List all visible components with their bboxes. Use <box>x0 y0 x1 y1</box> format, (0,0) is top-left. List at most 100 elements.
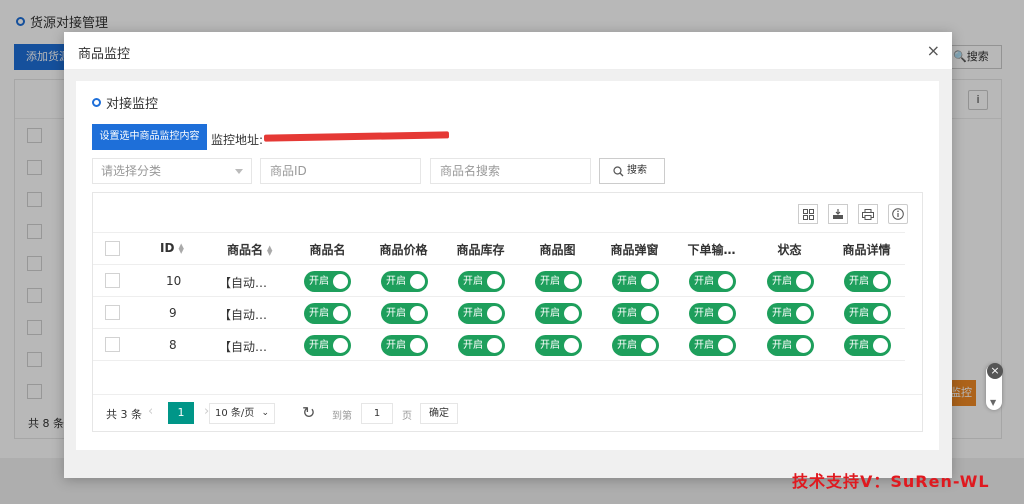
toggle-status[interactable]: 开启 <box>767 271 814 292</box>
toggle-knob <box>410 274 425 289</box>
toggle-knob <box>641 274 656 289</box>
toggle-price[interactable]: 开启 <box>381 335 428 356</box>
table-row-divider <box>93 360 905 361</box>
toggle-knob <box>410 306 425 321</box>
row-checkbox[interactable] <box>105 273 120 288</box>
toggle-detail[interactable]: 开启 <box>844 271 891 292</box>
column-header-detail: 商品详情 <box>842 243 891 257</box>
row-product-name: 【自动… <box>219 276 268 290</box>
modal-title: 商品监控 <box>78 47 131 62</box>
toggle-popup[interactable]: 开启 <box>612 303 659 324</box>
table-header-top-line <box>93 232 905 233</box>
support-watermark: 技术支持V：SuRen-WL <box>792 472 990 491</box>
pager-total: 共 3 条 <box>106 408 142 421</box>
toggle-knob <box>796 338 811 353</box>
page-size-select[interactable]: 10 条/页 ⌄ <box>209 403 275 424</box>
toggle-image[interactable]: 开启 <box>535 335 582 356</box>
toggle-stock[interactable]: 开启 <box>458 303 505 324</box>
pager-current-page[interactable]: 1 <box>168 402 194 424</box>
export-icon[interactable] <box>828 204 848 224</box>
column-header-stock: 商品库存 <box>456 243 505 257</box>
toggle-popup[interactable]: 开启 <box>612 335 659 356</box>
toggle-popup[interactable]: 开启 <box>612 271 659 292</box>
pager-goto-label: 到第 <box>332 411 352 422</box>
sort-icon[interactable]: ▲ ▼ <box>267 244 272 256</box>
toggle-knob <box>873 338 888 353</box>
column-header-order-input: 下单输… <box>687 243 736 257</box>
column-header-name-sortable[interactable]: 商品名 ▲ ▼ <box>227 241 272 258</box>
close-icon[interactable]: × <box>927 41 940 60</box>
row-checkbox[interactable] <box>105 305 120 320</box>
redacted-monitor-url <box>263 131 450 142</box>
caret-down-icon[interactable]: ▼ <box>990 398 996 407</box>
pager-goto-input[interactable]: 1 <box>361 403 393 424</box>
toggle-detail[interactable]: 开启 <box>844 303 891 324</box>
toggle-price[interactable]: 开启 <box>381 303 428 324</box>
row-product-name: 【自动… <box>219 308 268 322</box>
column-header-status: 状态 <box>777 243 802 257</box>
category-select[interactable]: 请选择分类 <box>92 158 252 184</box>
toggle-image[interactable]: 开启 <box>535 271 582 292</box>
column-header-popup: 商品弹窗 <box>610 243 659 257</box>
row-checkbox[interactable] <box>105 337 120 352</box>
toggle-order-input[interactable]: 开启 <box>689 271 736 292</box>
toggle-price[interactable]: 开启 <box>381 271 428 292</box>
toggle-knob <box>487 338 502 353</box>
pager-confirm-button[interactable]: 确定 <box>420 403 458 424</box>
toggle-name[interactable]: 开启 <box>304 335 351 356</box>
columns-icon[interactable] <box>798 204 818 224</box>
toggle-name[interactable]: 开启 <box>304 303 351 324</box>
toggle-knob <box>564 306 579 321</box>
row-id: 8 <box>169 338 177 352</box>
toggle-knob <box>718 306 733 321</box>
toggle-knob <box>873 306 888 321</box>
toggle-knob <box>641 306 656 321</box>
toggle-status[interactable]: 开启 <box>767 335 814 356</box>
close-icon[interactable]: × <box>987 363 1003 379</box>
search-button[interactable]: 搜索 <box>599 158 665 184</box>
toggle-knob <box>410 338 425 353</box>
toggle-name[interactable]: 开启 <box>304 271 351 292</box>
panel-title: 对接监控 <box>92 93 158 112</box>
toggle-order-input[interactable]: 开启 <box>689 303 736 324</box>
toggle-knob <box>718 274 733 289</box>
chevron-down-icon: ⌄ <box>261 408 269 418</box>
table-row-divider <box>93 328 905 329</box>
toggle-image[interactable]: 开启 <box>535 303 582 324</box>
toggle-knob <box>873 274 888 289</box>
select-all-checkbox[interactable] <box>105 241 120 256</box>
row-product-name: 【自动… <box>219 340 268 354</box>
caret-down-icon <box>235 169 243 174</box>
column-header-name-monitor: 商品名 <box>309 243 346 257</box>
column-header-id[interactable]: ID ▲ ▼ <box>160 241 184 255</box>
toggle-knob <box>487 306 502 321</box>
refresh-icon[interactable]: ↻ <box>302 403 315 422</box>
monitor-panel: 对接监控 设置选中商品监控内容 监控地址: 请选择分类 商品ID 商品名搜索 搜… <box>76 81 939 450</box>
chevron-left-icon[interactable]: ‹ <box>148 404 153 419</box>
print-icon[interactable] <box>858 204 878 224</box>
toggle-knob <box>796 274 811 289</box>
toggle-stock[interactable]: 开启 <box>458 271 505 292</box>
pager-page-unit: 页 <box>402 411 412 422</box>
toggle-knob <box>333 338 348 353</box>
toggle-stock[interactable]: 开启 <box>458 335 505 356</box>
toggle-knob <box>564 338 579 353</box>
toggle-order-input[interactable]: 开启 <box>689 335 736 356</box>
info-icon[interactable] <box>888 204 908 224</box>
table-header-bottom-line <box>93 264 905 265</box>
toggle-knob <box>333 274 348 289</box>
toggle-knob <box>564 274 579 289</box>
toggle-status[interactable]: 开启 <box>767 303 814 324</box>
product-name-search-input[interactable]: 商品名搜索 <box>430 158 591 184</box>
pager-divider <box>93 394 922 395</box>
toggle-detail[interactable]: 开启 <box>844 335 891 356</box>
set-selected-monitor-button[interactable]: 设置选中商品监控内容 <box>92 124 207 150</box>
product-id-input[interactable]: 商品ID <box>260 158 421 184</box>
sort-icon[interactable]: ▲ ▼ <box>178 242 183 254</box>
product-monitor-modal: 商品监控 × 对接监控 设置选中商品监控内容 监控地址: 请选择分类 商品ID … <box>64 32 952 478</box>
row-id: 10 <box>166 274 182 288</box>
modal-header: 商品监控 × <box>64 32 952 70</box>
toggle-knob <box>487 274 502 289</box>
circle-icon <box>92 98 101 107</box>
toggle-knob <box>641 338 656 353</box>
